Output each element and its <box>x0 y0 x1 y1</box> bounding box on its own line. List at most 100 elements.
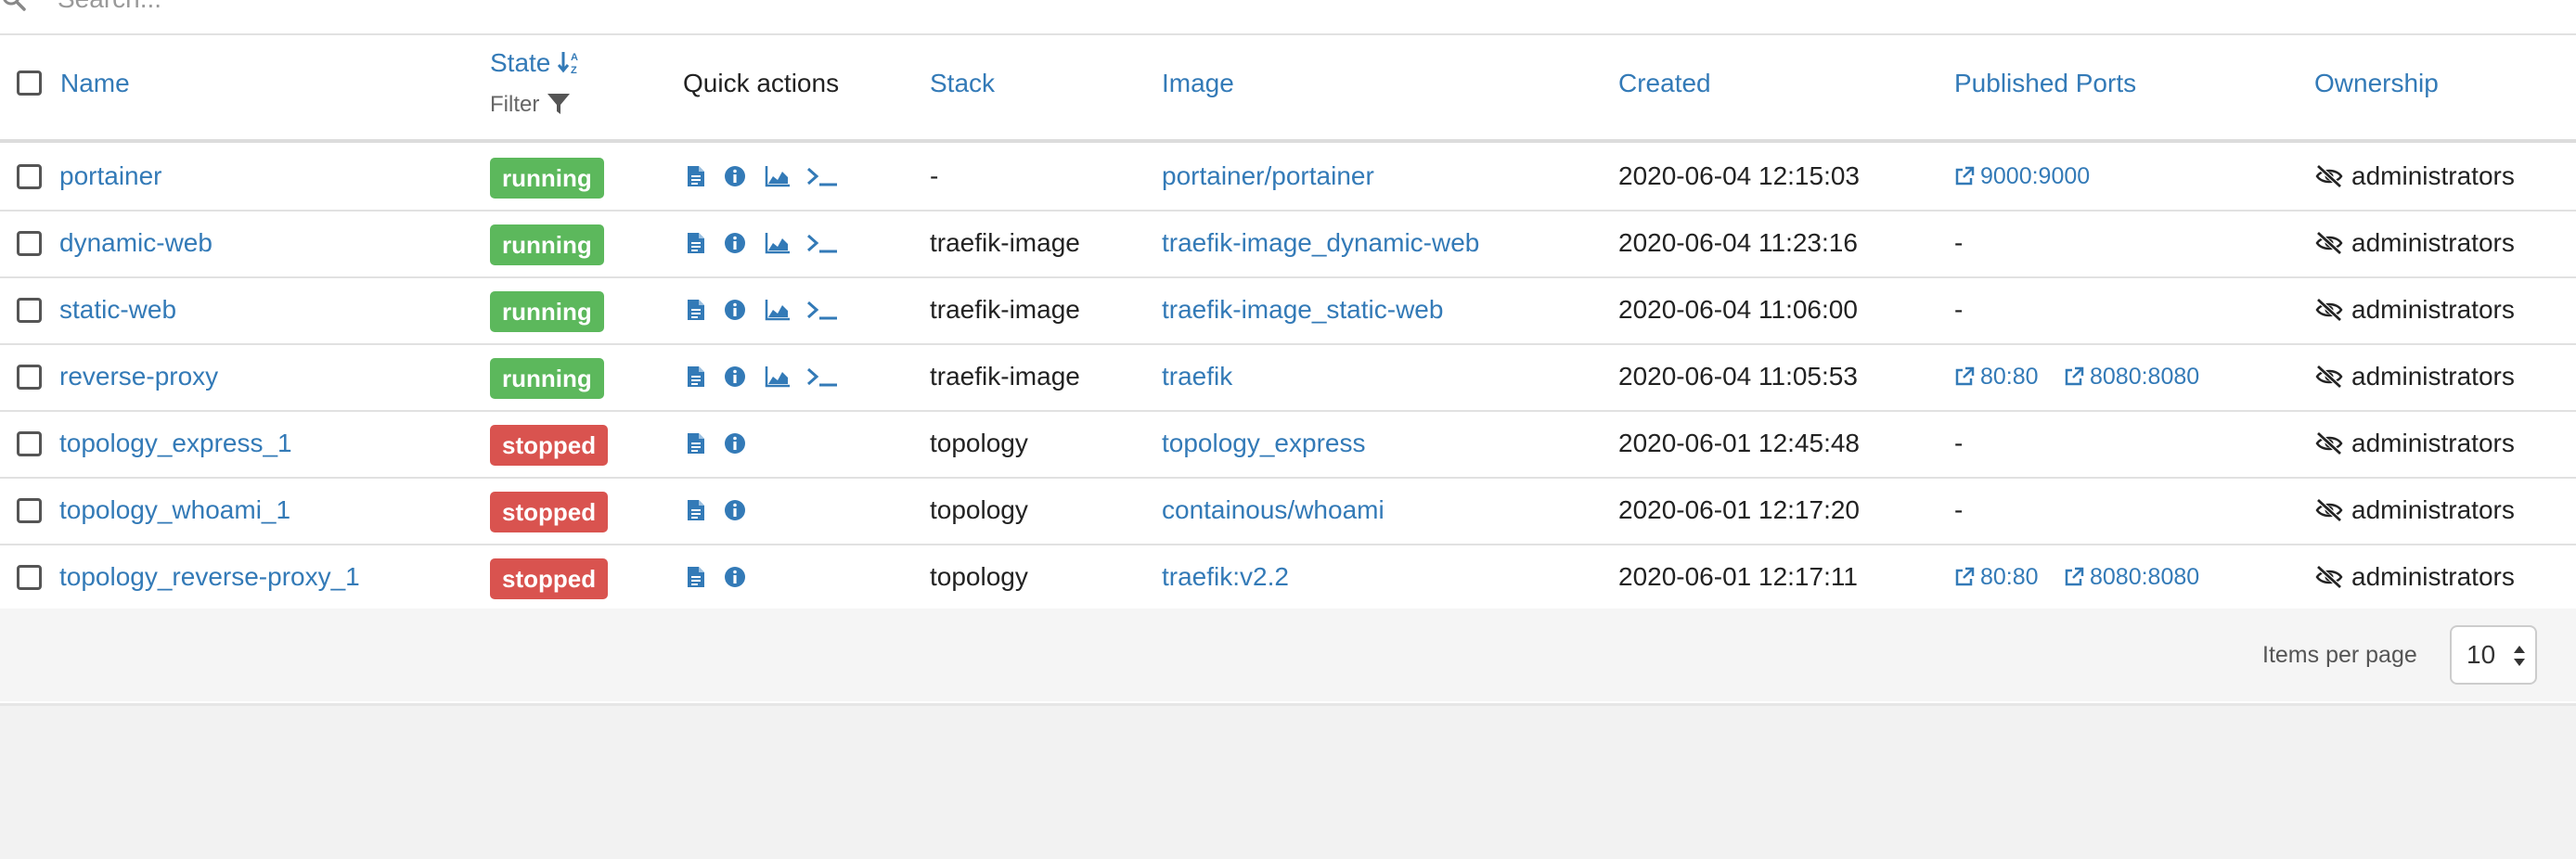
external-link-icon <box>1954 163 1980 189</box>
column-published-ports[interactable]: Published Ports <box>1954 69 2136 98</box>
ownership-label: administrators <box>2351 429 2515 457</box>
column-name[interactable]: Name <box>60 69 130 98</box>
state-filter-label: Filter <box>490 92 540 117</box>
inspect-icon[interactable] <box>724 299 746 326</box>
image-link[interactable]: traefik <box>1162 343 1232 410</box>
eye-slash-icon <box>2314 362 2351 391</box>
stack-name: - <box>930 161 939 190</box>
column-created[interactable]: Created <box>1618 69 1711 98</box>
container-name-link[interactable]: reverse-proxy <box>59 343 218 410</box>
container-name-link[interactable]: topology_whoami_1 <box>59 477 290 544</box>
no-ports: - <box>1954 295 1964 324</box>
ownership-label: administrators <box>2351 495 2515 524</box>
inspect-icon[interactable] <box>724 432 746 459</box>
container-name-link[interactable]: dynamic-web <box>59 210 213 276</box>
ownership-label: administrators <box>2351 562 2515 591</box>
items-per-page-select[interactable]: 10 <box>2450 625 2537 685</box>
stack-name: traefik-image <box>930 295 1080 324</box>
no-ports: - <box>1954 228 1964 257</box>
inspect-icon[interactable] <box>724 365 746 392</box>
external-link-icon <box>2064 364 2090 390</box>
stats-icon[interactable] <box>765 232 791 259</box>
published-port-link[interactable]: 8080:8080 <box>2064 343 2199 410</box>
port-mapping: 80:80 <box>1980 364 2039 390</box>
status-badge: stopped <box>490 425 609 466</box>
row-checkbox[interactable] <box>17 565 42 590</box>
eye-slash-icon <box>2314 161 2351 190</box>
search-input[interactable] <box>56 0 802 19</box>
ownership-cell: administrators <box>2314 210 2515 276</box>
stack-name: topology <box>930 495 1028 524</box>
column-stack[interactable]: Stack <box>930 69 995 98</box>
created-date: 2020-06-04 11:05:53 <box>1618 362 1858 391</box>
logs-icon[interactable] <box>687 499 705 526</box>
published-port-link[interactable]: 8080:8080 <box>2064 544 2199 610</box>
status-badge: running <box>490 158 604 199</box>
ownership-cell: administrators <box>2314 276 2515 343</box>
stack-name: traefik-image <box>930 362 1080 391</box>
console-icon[interactable] <box>805 232 839 259</box>
container-name-link[interactable]: static-web <box>59 276 176 343</box>
external-link-icon <box>2064 564 2090 590</box>
row-checkbox[interactable] <box>17 431 42 456</box>
stats-icon[interactable] <box>765 165 791 192</box>
console-icon[interactable] <box>805 299 839 326</box>
row-checkbox[interactable] <box>17 231 42 256</box>
console-icon[interactable] <box>805 165 839 192</box>
row-checkbox[interactable] <box>17 365 42 390</box>
published-port-link[interactable]: 9000:9000 <box>1954 143 2090 210</box>
status-badge: running <box>490 291 604 332</box>
published-port-link[interactable]: 80:80 <box>1954 343 2039 410</box>
filter-icon <box>546 92 572 117</box>
inspect-icon[interactable] <box>724 232 746 259</box>
stats-icon[interactable] <box>765 299 791 326</box>
image-link[interactable]: containous/whoami <box>1162 477 1385 544</box>
column-state[interactable]: State A Z <box>490 48 584 78</box>
logs-icon[interactable] <box>687 232 705 259</box>
container-name-link[interactable]: topology_express_1 <box>59 410 292 477</box>
column-ownership[interactable]: Ownership <box>2314 69 2439 98</box>
svg-text:Z: Z <box>571 65 577 75</box>
inspect-icon[interactable] <box>724 499 746 526</box>
logs-icon[interactable] <box>687 566 705 593</box>
ownership-cell: administrators <box>2314 477 2515 544</box>
ownership-label: administrators <box>2351 295 2515 324</box>
container-name-link[interactable]: topology_reverse-proxy_1 <box>59 544 360 610</box>
logs-icon[interactable] <box>687 299 705 326</box>
table-row: static-web running traefik-image traefik-im… <box>0 276 2576 345</box>
stats-icon[interactable] <box>765 365 791 392</box>
ownership-cell: administrators <box>2314 343 2515 410</box>
created-date: 2020-06-01 12:45:48 <box>1618 429 1860 457</box>
logs-icon[interactable] <box>687 432 705 459</box>
inspect-icon[interactable] <box>724 566 746 593</box>
select-all-checkbox[interactable] <box>17 71 42 96</box>
no-ports: - <box>1954 495 1964 524</box>
logs-icon[interactable] <box>687 365 705 392</box>
column-image[interactable]: Image <box>1162 69 1234 98</box>
column-state-label: State <box>490 48 551 77</box>
created-date: 2020-06-04 12:15:03 <box>1618 161 1860 190</box>
logs-icon[interactable] <box>687 165 705 192</box>
svg-text:A: A <box>571 52 578 63</box>
items-per-page-value: 10 <box>2467 640 2496 669</box>
image-link[interactable]: topology_express <box>1162 410 1365 477</box>
eye-slash-icon <box>2314 562 2351 591</box>
image-link[interactable]: traefik-image_static-web <box>1162 276 1443 343</box>
console-icon[interactable] <box>805 365 839 392</box>
status-badge: running <box>490 224 604 265</box>
created-date: 2020-06-01 12:17:20 <box>1618 495 1860 524</box>
image-link[interactable]: traefik:v2.2 <box>1162 544 1289 610</box>
container-name-link[interactable]: portainer <box>59 143 162 210</box>
ownership-label: administrators <box>2351 161 2515 190</box>
image-link[interactable]: traefik-image_dynamic-web <box>1162 210 1479 276</box>
items-per-page-label: Items per page <box>2262 642 2417 668</box>
row-checkbox[interactable] <box>17 298 42 323</box>
published-port-link[interactable]: 80:80 <box>1954 544 2039 610</box>
status-badge: stopped <box>490 492 609 532</box>
image-link[interactable]: portainer/portainer <box>1162 143 1374 210</box>
port-mapping: 8080:8080 <box>2090 564 2200 590</box>
row-checkbox[interactable] <box>17 498 42 523</box>
inspect-icon[interactable] <box>724 165 746 192</box>
state-filter[interactable]: Filter <box>490 91 572 118</box>
row-checkbox[interactable] <box>17 164 42 189</box>
